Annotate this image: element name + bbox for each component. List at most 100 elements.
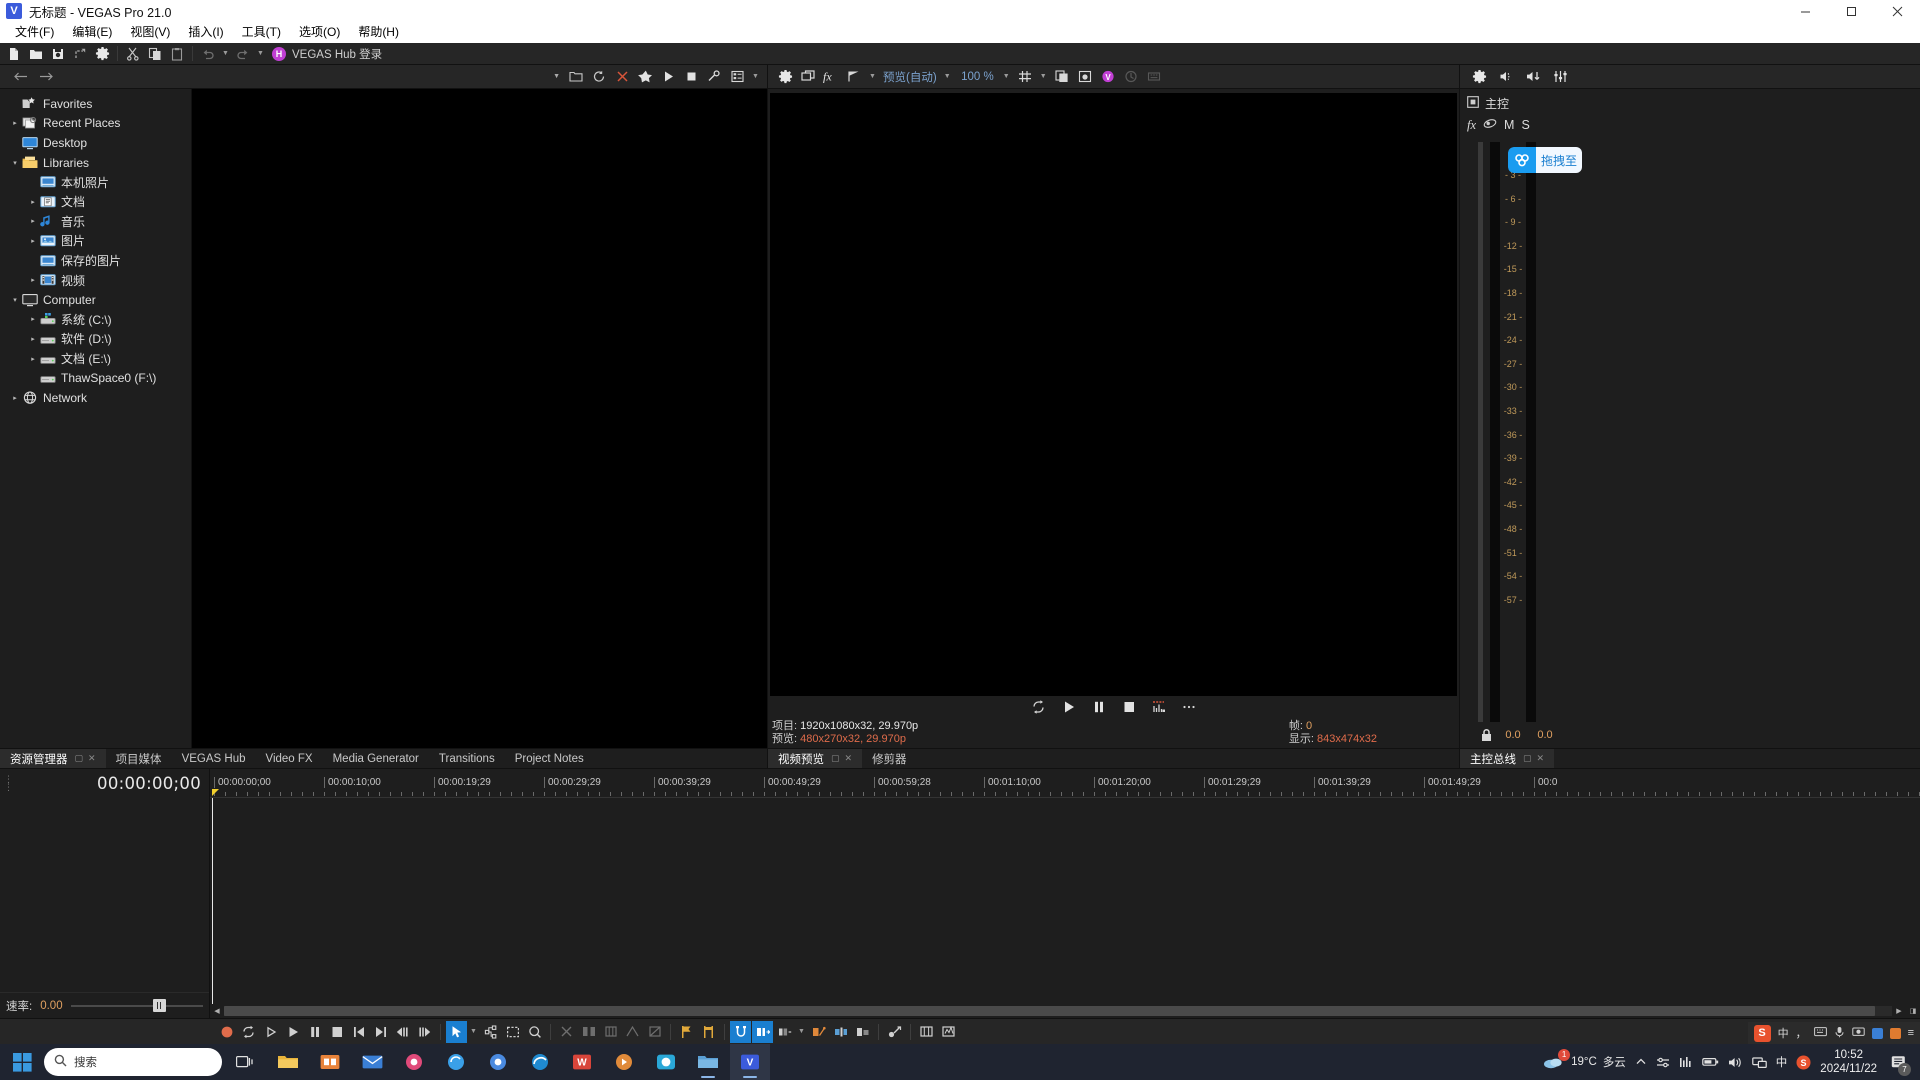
tab-project-media[interactable]: 项目媒体 — [106, 749, 172, 769]
record-icon[interactable] — [216, 1021, 237, 1043]
taskbar-clock[interactable]: 10:52 2024/11/22 — [1820, 1048, 1877, 1076]
tray-equalizer-icon[interactable] — [1679, 1056, 1693, 1069]
folder-app-button[interactable] — [688, 1044, 728, 1080]
ime-keyboard-icon[interactable] — [1814, 1026, 1827, 1040]
tree-item[interactable]: ▸文档 (E:\) — [0, 349, 191, 369]
wps-button[interactable]: W — [562, 1044, 602, 1080]
mail-button[interactable] — [352, 1044, 392, 1080]
auto-ripple-icon[interactable] — [752, 1021, 773, 1043]
grid-overlay-dropdown-icon[interactable]: ▼ — [1038, 67, 1049, 87]
firefox-button[interactable] — [436, 1044, 476, 1080]
add-favorite-icon[interactable] — [635, 67, 655, 87]
tray-settings-icon[interactable] — [1656, 1056, 1670, 1069]
task-view-button[interactable] — [226, 1044, 266, 1080]
timeline-hscrollbar[interactable]: ◀ ▶ ◨ — [210, 1004, 1920, 1018]
tree-item[interactable]: ThawSpace0 (F:\) — [0, 368, 191, 388]
play-icon[interactable] — [282, 1021, 303, 1043]
tree-collapsed-icon[interactable]: ▸ — [8, 119, 22, 127]
preview-scopes-icon[interactable] — [1149, 697, 1169, 717]
address-bar[interactable]: ▼ — [190, 66, 566, 88]
gear-icon[interactable] — [92, 44, 112, 64]
address-dropdown-icon[interactable]: ▼ — [553, 73, 566, 80]
tree-collapsed-icon[interactable]: ▸ — [26, 276, 40, 284]
tab-float-icon[interactable]: ▢ — [831, 753, 840, 764]
view-mode-icon[interactable] — [727, 67, 747, 87]
preview-settings-gear-icon[interactable] — [775, 67, 795, 87]
hscroll-left-icon[interactable]: ◀ — [210, 1005, 224, 1017]
lock-envelopes-icon[interactable] — [808, 1021, 829, 1043]
ime-mic-icon[interactable] — [1834, 1026, 1845, 1041]
tray-network-icon[interactable] — [1752, 1056, 1767, 1069]
tree-collapsed-icon[interactable]: ▸ — [26, 217, 40, 225]
save-project-icon[interactable] — [48, 44, 68, 64]
tree-collapsed-icon[interactable]: ▸ — [26, 198, 40, 206]
bus-fx-button[interactable]: fx — [1467, 118, 1476, 133]
mute-event-icon[interactable] — [644, 1021, 665, 1043]
sogou-ime-icon[interactable]: S — [1754, 1025, 1771, 1042]
timeline-ruler[interactable]: 00:00:00;0000:00:10;0000:00:19;2900:00:2… — [210, 769, 1920, 797]
delete-icon[interactable] — [612, 67, 632, 87]
start-button[interactable] — [0, 1044, 44, 1080]
tree-item[interactable]: Favorites — [0, 94, 191, 114]
tab-explorer[interactable]: 资源管理器 ▢ ✕ — [0, 749, 106, 769]
forward-arrow-icon[interactable] — [34, 66, 58, 88]
trim-event-icon[interactable] — [600, 1021, 621, 1043]
open-project-icon[interactable] — [26, 44, 46, 64]
tree-item[interactable]: ▸视频 — [0, 270, 191, 290]
bus-fader-track[interactable] — [1478, 142, 1483, 722]
mixer-faders-icon[interactable] — [1550, 67, 1570, 87]
ime-punctuation-icon[interactable]: ， — [1796, 1025, 1807, 1041]
photos-button[interactable] — [394, 1044, 434, 1080]
qq-button[interactable] — [646, 1044, 686, 1080]
go-to-start-icon[interactable] — [348, 1021, 369, 1043]
menu-help[interactable]: 帮助(H) — [349, 22, 408, 43]
tray-expand-chevron-icon[interactable] — [1635, 1056, 1647, 1068]
new-project-icon[interactable] — [4, 44, 24, 64]
timeline-timecode[interactable]: 00:00:00;00 — [97, 774, 201, 793]
vegas-pro-button[interactable]: V — [730, 1044, 770, 1080]
split-screen-icon[interactable] — [844, 67, 864, 87]
ime-menu-icon[interactable]: ≡ — [1908, 1027, 1914, 1039]
bus-mute-button[interactable]: M — [1504, 118, 1514, 132]
preview-zoom-dropdown-icon[interactable]: ▼ — [1001, 67, 1012, 87]
cut-event-icon[interactable] — [556, 1021, 577, 1043]
mixer-settings-gear-icon[interactable] — [1469, 67, 1489, 87]
tab-project-notes[interactable]: Project Notes — [505, 749, 594, 769]
selection-edit-tool-icon[interactable] — [502, 1021, 523, 1043]
tab-trimmer[interactable]: 修剪器 — [862, 749, 917, 769]
tree-item[interactable]: ▸Network — [0, 388, 191, 408]
tab-transitions[interactable]: Transitions — [429, 749, 505, 769]
grid-overlay-icon[interactable] — [1015, 67, 1035, 87]
copy-icon[interactable] — [145, 44, 165, 64]
undo-icon[interactable] — [198, 44, 218, 64]
tab-close-icon[interactable]: ✕ — [845, 753, 853, 764]
tree-expanded-icon[interactable]: ▾ — [8, 296, 22, 304]
split-event-icon[interactable] — [578, 1021, 599, 1043]
dim-output-icon[interactable] — [1523, 67, 1543, 87]
preview-stop-icon[interactable] — [1119, 697, 1139, 717]
loop-playback-icon[interactable] — [238, 1021, 259, 1043]
next-frame-icon[interactable] — [414, 1021, 435, 1043]
track-waveforms-icon[interactable] — [938, 1021, 959, 1043]
tab-vegas-hub[interactable]: VEGAS Hub — [172, 749, 256, 769]
media-player-button[interactable] — [604, 1044, 644, 1080]
envelope-edit-tool-icon[interactable] — [480, 1021, 501, 1043]
file-list-pane[interactable] — [192, 89, 767, 748]
paste-icon[interactable] — [167, 44, 187, 64]
preview-loop-playback-icon[interactable] — [1029, 697, 1049, 717]
fader-value-right[interactable]: 0.0 — [1529, 729, 1561, 741]
video-fx-icon[interactable]: fx — [821, 67, 841, 87]
view-mode-dropdown-icon[interactable]: ▼ — [750, 67, 761, 87]
edge-button[interactable] — [520, 1044, 560, 1080]
menu-view[interactable]: 视图(V) — [121, 22, 179, 43]
maximize-button[interactable] — [1828, 0, 1874, 22]
tree-item[interactable]: ▾Computer — [0, 290, 191, 310]
stop-icon[interactable] — [326, 1021, 347, 1043]
hscroll-resize-icon[interactable]: ◨ — [1906, 1005, 1920, 1017]
tree-collapsed-icon[interactable]: ▸ — [8, 394, 22, 402]
track-list[interactable] — [0, 797, 209, 992]
preview-screen[interactable] — [770, 93, 1457, 696]
zoom-edit-tool-icon[interactable] — [524, 1021, 545, 1043]
insert-marker-icon[interactable] — [676, 1021, 697, 1043]
pause-icon[interactable] — [304, 1021, 325, 1043]
